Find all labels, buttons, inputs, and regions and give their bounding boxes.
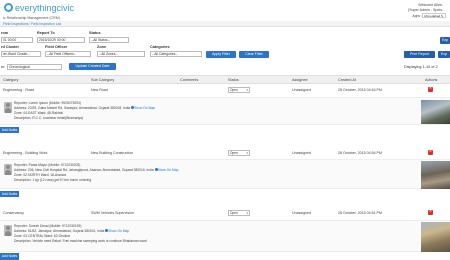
- field-officer-select[interactable]: --All Field Officers--: [45, 51, 91, 57]
- inspection-photo[interactable]: [421, 161, 450, 189]
- inspection-photo[interactable]: [421, 222, 450, 252]
- reporter-avatar: [4, 225, 12, 236]
- reporter-avatar: [4, 102, 12, 113]
- row-subcategory: New Road: [91, 88, 108, 92]
- logo-ring-icon: [4, 3, 13, 12]
- breadcrumb-field-inspections[interactable]: Field Inspections: [3, 22, 28, 26]
- delete-icon[interactable]: [428, 86, 433, 92]
- col-category[interactable]: Category: [3, 78, 18, 82]
- add-notes-button[interactable]: Add Notes: [0, 191, 19, 197]
- col-assignee[interactable]: Assignee: [292, 78, 308, 82]
- row-detail: Reporter: Paras Mayur (Mobile: 971203020…: [0, 159, 450, 189]
- table-row[interactable]: Conservancy SWM Vehicles Supervision Ope…: [0, 209, 450, 218]
- sort-label: er:: [1, 65, 6, 69]
- logo-text: everythingcivic: [15, 3, 75, 13]
- reporter-line: Reporter: Suresh Desai (Mobile: 97120301…: [14, 224, 82, 228]
- displaying-count: Displaying 1-10 of 2: [404, 65, 438, 69]
- row-status-select[interactable]: Open: [228, 87, 250, 93]
- welcome-block: Welcome Allee.. (Super Admin - Speis..: [408, 3, 444, 13]
- address-line: Address: 206, New Civil Hospital Rd, Jah…: [14, 168, 178, 172]
- address-text: Address: 61/62, Jamalpur, Ahmedabad, Guj…: [14, 229, 105, 233]
- print-report-button[interactable]: Print Report: [404, 51, 435, 58]
- delete-icon[interactable]: [428, 209, 433, 215]
- row-created-at: 28 October, 2015 04:54 PM: [338, 151, 382, 155]
- address-line: Address: 61/62, Jamalpur, Ahmedabad, Guj…: [14, 229, 129, 233]
- apps-label: Apps :: [412, 14, 422, 18]
- row-created-at: 28 October, 2015 04:51 PM: [338, 211, 382, 215]
- sort-select[interactable]: Chronological: [7, 64, 62, 70]
- zone-ward-line: Zone: 02-NORTH Ward: 18-Asarwa: [14, 173, 67, 177]
- report-to-label: Report To: [37, 31, 55, 35]
- reporter-line: Reporter: Paras Mayur (Mobile: 971203020…: [14, 163, 81, 167]
- table-row[interactable]: Engineering - Road New Road Open Unassig…: [0, 86, 450, 95]
- app-logo[interactable]: everythingcivic: [4, 3, 74, 13]
- reporter-line: Reporter: Lorem Ipsum (Mobile: 992607309…: [14, 101, 81, 105]
- zone-ward-line: Zone: 03-CENTRAL Ward: 62-Dholkar: [14, 234, 71, 238]
- cluster-select[interactable]: ier-Ward Cluster--: [1, 51, 41, 57]
- row-category: Conservancy: [3, 211, 24, 215]
- table-row[interactable]: Engineering - Building Work New Building…: [0, 149, 450, 158]
- row-status-select[interactable]: Open: [228, 150, 250, 156]
- col-subcategory[interactable]: Sub Category: [91, 78, 114, 82]
- address-text: Address: 206, New Civil Hospital Rd, Jah…: [14, 168, 154, 172]
- row-created-at: 28 October, 2015 04:54 PM: [338, 88, 382, 92]
- report-to-input[interactable]: 2015/10/29 00:00: [37, 37, 85, 43]
- breadcrumb-field-inspection-list[interactable]: Field Inspection List: [31, 22, 61, 26]
- description-line: Description: R.C.C. roadnear rkhial(Bham…: [14, 116, 84, 120]
- add-notes-button[interactable]: Add Notes: [0, 127, 19, 133]
- from-date-input[interactable]: 01 00:00: [1, 37, 33, 43]
- zone-label: Zone: [97, 45, 107, 49]
- app-subtitle: ic Relationship Management (CRM): [3, 16, 60, 20]
- breadcrumb: Field Inspections / Field Inspection Lis…: [0, 21, 450, 27]
- delete-icon[interactable]: [428, 149, 433, 155]
- row-detail: Reporter: Suresh Desai (Mobile: 97120301…: [0, 220, 450, 252]
- address-text: Address: 22/25, Gaba Market Rd, Saraspur…: [14, 106, 131, 110]
- row-category: Engineering - Building Work: [3, 151, 48, 155]
- cluster-label: rd Cluster: [1, 45, 19, 49]
- categories-label: Categories: [150, 45, 170, 49]
- description-line: Description: Vehicle need Rahal. Fuel ma…: [14, 239, 147, 243]
- row-subcategory: New Building Construction: [91, 151, 134, 155]
- add-notes-button[interactable]: Add Notes: [0, 253, 19, 260]
- export-button-2[interactable]: Exp: [438, 51, 450, 58]
- description-line: Description: 1 tgr (12 rows) gel.9 f tee…: [14, 178, 92, 182]
- apply-filter-button[interactable]: Apply Filter: [206, 51, 236, 58]
- table-header: Category Sub Category Comments Status As…: [0, 75, 450, 84]
- col-created-at[interactable]: Created At: [338, 78, 356, 82]
- row-status-select[interactable]: Open: [228, 210, 250, 216]
- col-status[interactable]: Status: [228, 78, 239, 82]
- reporter-avatar: [4, 164, 12, 175]
- categories-select[interactable]: --All Categories--: [150, 51, 202, 57]
- row-subcategory: SWM Vehicles Supervision: [91, 211, 134, 215]
- show-on-map-link[interactable]: Show On Map: [108, 229, 129, 233]
- zone-ward-line: Zone: 04-EAST Ward: 48-Rakhial: [14, 111, 63, 115]
- export-button[interactable]: Exp: [440, 37, 450, 44]
- from-label: rom: [1, 31, 9, 35]
- inspection-photo[interactable]: [421, 100, 450, 124]
- breadcrumb-separator: /: [29, 22, 30, 26]
- row-assignee: Unassigned: [292, 88, 311, 92]
- zone-select[interactable]: --All Zones--: [97, 51, 145, 57]
- col-actions: Actions: [425, 78, 438, 82]
- row-category: Engineering - Road: [3, 88, 34, 92]
- status-filter-select[interactable]: --All Status--: [89, 37, 129, 43]
- update-created-date-button[interactable]: Update Created Date: [69, 63, 116, 70]
- show-on-map-link[interactable]: Show On Map: [158, 168, 179, 172]
- apps-select[interactable]: Ahmedabad S: [422, 13, 446, 18]
- row-assignee: Unassigned: [292, 211, 311, 215]
- address-line: Address: 22/25, Gaba Market Rd, Saraspur…: [14, 106, 155, 110]
- field-officer-label: Field Officer: [45, 45, 68, 49]
- row-detail: Reporter: Lorem Ipsum (Mobile: 992607309…: [0, 97, 450, 125]
- row-assignee: Unassigned: [292, 151, 311, 155]
- clear-filter-button[interactable]: Clear Filter: [239, 51, 269, 58]
- show-on-map-link[interactable]: Show On Map: [134, 106, 155, 110]
- status-filter-label: Status: [89, 31, 101, 35]
- col-comments[interactable]: Comments: [180, 78, 198, 82]
